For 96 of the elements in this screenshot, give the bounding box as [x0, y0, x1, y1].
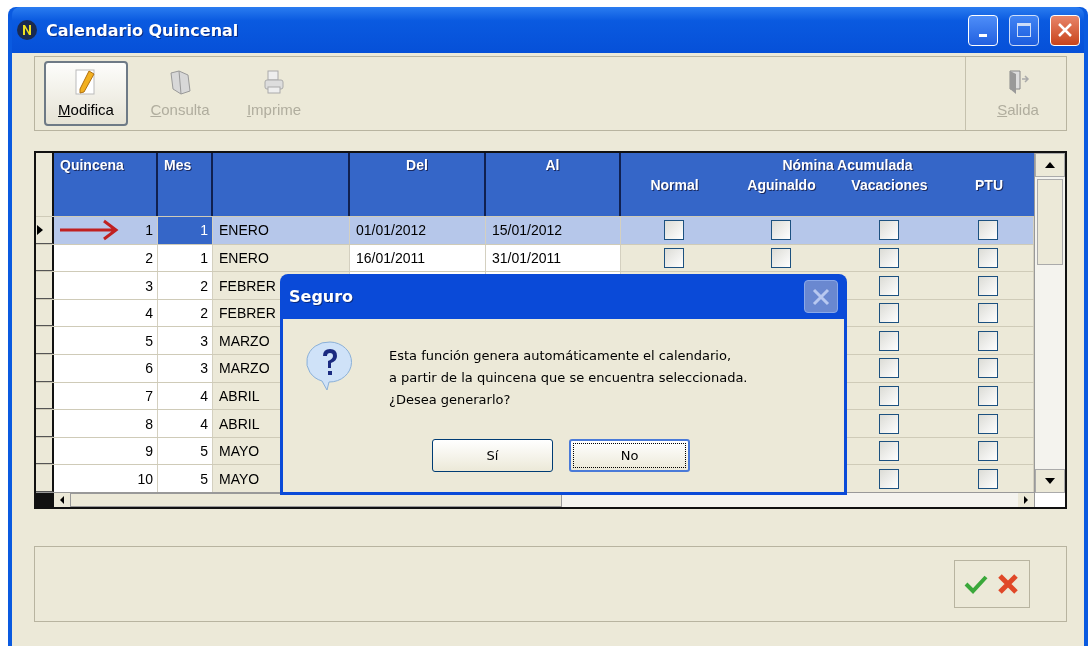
- close-button[interactable]: [1050, 14, 1080, 46]
- row-pointer-icon: [36, 224, 44, 235]
- table-cell: 7: [54, 382, 158, 410]
- checkbox[interactable]: [978, 303, 999, 324]
- checkbox[interactable]: [878, 358, 899, 379]
- maximize-button[interactable]: [1009, 14, 1039, 46]
- table-cell: 31/01/2011: [486, 244, 621, 272]
- row-header[interactable]: [36, 410, 54, 437]
- column-header[interactable]: Vacaciones: [851, 177, 928, 193]
- right-arrow-icon: [1023, 496, 1029, 504]
- vertical-scrollbar[interactable]: [1034, 153, 1065, 507]
- left-arrow-icon: [59, 496, 65, 504]
- arrow-icon: [58, 219, 120, 242]
- table-cell: 16/01/2011: [350, 244, 486, 272]
- checkbox[interactable]: [978, 413, 999, 434]
- checkbox[interactable]: [978, 275, 999, 296]
- close-icon: [811, 286, 831, 307]
- table-cell: 4: [158, 410, 213, 437]
- up-arrow-icon: [1045, 162, 1055, 168]
- checkbox[interactable]: [978, 247, 999, 268]
- column-header[interactable]: Aguinaldo: [747, 177, 816, 193]
- table-cell: 01/01/2012: [350, 217, 486, 244]
- checkbox[interactable]: [978, 330, 999, 351]
- row-header[interactable]: [36, 217, 54, 244]
- window-title: Calendario Quincenal: [46, 20, 240, 40]
- dialog-button[interactable]: Sí: [432, 439, 553, 472]
- scroll-thumb[interactable]: [1037, 179, 1063, 265]
- checkbox[interactable]: [664, 247, 685, 268]
- table-cell: ENERO: [213, 217, 350, 244]
- group-header: Nómina Acumulada: [781, 157, 913, 173]
- table-cell: 5: [158, 437, 213, 465]
- column-header[interactable]: Normal: [650, 177, 699, 193]
- table-cell: 9: [54, 437, 158, 465]
- table-cell: 4: [54, 299, 158, 327]
- maximize-icon: [1016, 22, 1032, 38]
- table-cell: 3: [158, 327, 213, 354]
- close-icon: [1057, 22, 1073, 38]
- checkbox[interactable]: [878, 303, 899, 324]
- scroll-left-button[interactable]: [54, 493, 70, 507]
- checkbox[interactable]: [978, 385, 999, 406]
- pencil-icon: [75, 69, 97, 95]
- checkbox[interactable]: [978, 441, 999, 462]
- checkbox[interactable]: [878, 441, 899, 462]
- dialog-message: Esta función genera automáticamente el calendario, a partir de la quincena que se encuentra seleccionada. ¿Desea generarlo?: [389, 347, 748, 409]
- row-header[interactable]: [36, 437, 54, 465]
- table-cell: 15/01/2012: [486, 217, 621, 244]
- scroll-up-button[interactable]: [1035, 153, 1065, 177]
- row-header[interactable]: [36, 272, 54, 299]
- table-cell: 2: [54, 244, 158, 272]
- printer-icon: [262, 69, 286, 95]
- table-cell: 8: [54, 410, 158, 437]
- row-header[interactable]: [36, 299, 54, 327]
- dialog-button[interactable]: No: [569, 439, 690, 472]
- down-arrow-icon: [1045, 478, 1055, 484]
- column-header[interactable]: PTU: [975, 177, 1003, 193]
- table-cell: 1: [54, 217, 158, 244]
- row-header[interactable]: [36, 465, 54, 492]
- minimize-icon: [979, 33, 987, 37]
- checkbox[interactable]: [878, 330, 899, 351]
- checkbox[interactable]: [664, 220, 685, 241]
- cross-icon: [997, 573, 1019, 595]
- table-cell: 10: [54, 465, 158, 492]
- table-cell: 2: [158, 299, 213, 327]
- table-cell: 6: [54, 355, 158, 382]
- scroll-right-button[interactable]: [1018, 493, 1034, 507]
- checkbox[interactable]: [878, 220, 899, 241]
- check-icon: [964, 574, 988, 594]
- table-cell: 1: [158, 244, 213, 272]
- table-cell: 3: [158, 355, 213, 382]
- checkbox[interactable]: [978, 358, 999, 379]
- app-icon: [16, 19, 38, 41]
- book-icon: [168, 69, 192, 95]
- row-header[interactable]: [36, 382, 54, 410]
- checkbox[interactable]: [771, 247, 792, 268]
- checkbox[interactable]: [978, 468, 999, 489]
- table-cell: 2: [158, 272, 213, 299]
- scroll-down-button[interactable]: [1035, 469, 1065, 493]
- row-header[interactable]: [36, 244, 54, 272]
- door-icon: [1006, 69, 1030, 95]
- minimize-button[interactable]: [968, 14, 998, 46]
- checkbox[interactable]: [878, 468, 899, 489]
- scrollbar-corner: [1035, 493, 1065, 507]
- table-cell: 5: [54, 327, 158, 354]
- row-header[interactable]: [36, 327, 54, 354]
- table-cell: 4: [158, 382, 213, 410]
- row-header[interactable]: [36, 355, 54, 382]
- table-cell: 5: [158, 465, 213, 492]
- checkbox[interactable]: [878, 385, 899, 406]
- table-cell: 3: [54, 272, 158, 299]
- checkbox[interactable]: [878, 413, 899, 434]
- table-cell: 1: [158, 217, 213, 244]
- checkbox[interactable]: [771, 220, 792, 241]
- checkbox[interactable]: [978, 220, 999, 241]
- toolbar-button[interactable]: Modifica: [44, 61, 128, 126]
- checkbox[interactable]: [878, 247, 899, 268]
- checkbox[interactable]: [878, 275, 899, 296]
